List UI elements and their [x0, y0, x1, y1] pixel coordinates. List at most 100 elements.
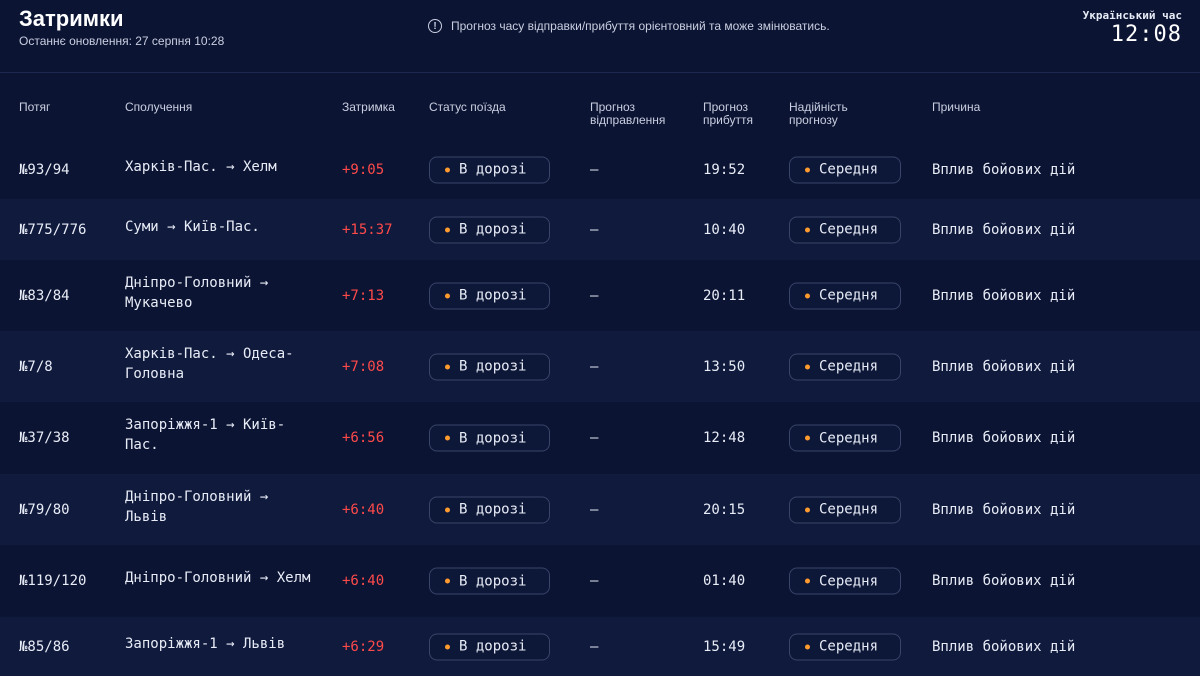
table-row[interactable]: №37/38 Запоріжжя-1 → Київ-Пас. +6:56 В д… [0, 402, 1200, 474]
reason: Вплив бойових дій [932, 358, 1076, 375]
train-number: №85/86 [19, 638, 70, 655]
dot-icon [805, 507, 810, 512]
departure-forecast: — [590, 638, 599, 655]
status-text: В дорозі [459, 430, 527, 446]
status-badge: В дорозі [429, 424, 550, 452]
delay-value: +6:56 [342, 430, 385, 446]
column-header-route: Сполучення [125, 100, 193, 114]
train-number: №7/8 [19, 358, 53, 375]
departure-forecast: — [590, 501, 599, 518]
column-header-train: Потяг [19, 100, 51, 114]
route: Запоріжжя-1 → Київ-Пас. [125, 417, 286, 453]
status-badge: В дорозі [429, 353, 550, 380]
reason: Вплив бойових дій [932, 573, 1076, 589]
route: Дніпро-Головний → Мукачево [125, 274, 269, 311]
reliability-text: Середня [819, 161, 879, 178]
departure-forecast: — [590, 430, 599, 446]
info-circle-icon: ! [428, 19, 442, 33]
status-text: В дорозі [459, 161, 527, 178]
train-number: №119/120 [19, 573, 87, 589]
reliability-badge: Середня [789, 567, 901, 595]
arrival-forecast: 01:40 [703, 573, 746, 589]
table-header: Потяг Сполучення Затримка Статус поїзда … [0, 88, 1200, 138]
reliability-badge: Середня [789, 633, 901, 660]
reliability-text: Середня [819, 501, 879, 518]
arrival-forecast: 20:15 [703, 501, 746, 518]
status-text: В дорозі [459, 501, 527, 518]
delay-value: +9:05 [342, 161, 385, 178]
dot-icon [445, 435, 450, 441]
delay-value: +6:29 [342, 638, 385, 655]
dot-icon [805, 364, 810, 369]
column-header-reason: Причина [932, 100, 981, 114]
status-text: В дорозі [459, 221, 527, 238]
table-row[interactable]: №83/84 Дніпро-Головний → Мукачево +7:13 … [0, 260, 1200, 331]
departure-forecast: — [590, 161, 599, 178]
table-row[interactable]: №119/120 Дніпро-Головний → Хелм +6:40 В … [0, 545, 1200, 617]
column-header-arrival-forecast: Прогноз прибуття [703, 100, 753, 127]
reliability-badge: Середня [789, 156, 901, 183]
arrival-forecast: 13:50 [703, 358, 746, 375]
dot-icon [805, 293, 810, 298]
table-row[interactable]: №85/86 Запоріжжя-1 → Львів +6:29 В дороз… [0, 617, 1200, 676]
clock-label: Український час [1082, 9, 1182, 22]
status-badge: В дорозі [429, 156, 550, 183]
reason: Вплив бойових дій [932, 221, 1076, 238]
column-header-delay: Затримка [342, 100, 395, 114]
reliability-text: Середня [819, 430, 879, 446]
route: Дніпро-Головний → Хелм [125, 570, 311, 586]
dot-icon [445, 227, 450, 232]
departure-forecast: — [590, 221, 599, 238]
reliability-badge: Середня [789, 282, 901, 309]
reliability-badge: Середня [789, 216, 901, 243]
reliability-text: Середня [819, 221, 879, 238]
dot-icon [445, 364, 450, 369]
route: Дніпро-Головний → Львів [125, 488, 269, 525]
reason: Вплив бойових дій [932, 430, 1076, 446]
clock-time: 12:08 [1110, 22, 1182, 47]
table-row[interactable]: №93/94 Харків-Пас. → Хелм +9:05 В дорозі… [0, 140, 1200, 199]
forecast-notice-text: Прогноз часу відправки/прибуття орієнтов… [451, 19, 830, 33]
train-number: №775/776 [19, 221, 87, 238]
reliability-text: Середня [819, 638, 879, 655]
reliability-text: Середня [819, 573, 879, 589]
dot-icon [445, 644, 450, 649]
arrival-forecast: 15:49 [703, 638, 746, 655]
dot-icon [445, 167, 450, 172]
arrival-forecast: 10:40 [703, 221, 746, 238]
dot-icon [445, 578, 450, 584]
status-text: В дорозі [459, 358, 527, 375]
dot-icon [805, 644, 810, 649]
reliability-badge: Середня [789, 496, 901, 523]
arrival-forecast: 20:11 [703, 287, 746, 304]
delay-value: +6:40 [342, 573, 385, 589]
dot-icon [805, 435, 810, 441]
route: Запоріжжя-1 → Львів [125, 635, 286, 652]
departure-forecast: — [590, 358, 599, 375]
table-row[interactable]: №79/80 Дніпро-Головний → Львів +6:40 В д… [0, 474, 1200, 545]
reliability-text: Середня [819, 358, 879, 375]
table-row[interactable]: №7/8 Харків-Пас. → Одеса-Головна +7:08 В… [0, 331, 1200, 402]
delay-value: +7:13 [342, 287, 385, 304]
route: Харків-Пас. → Хелм [125, 158, 277, 175]
page-title: Затримки [19, 6, 124, 31]
dot-icon [445, 293, 450, 298]
table-row[interactable]: №775/776 Суми → Київ-Пас. +15:37 В дороз… [0, 199, 1200, 260]
forecast-notice: ! Прогноз часу відправки/прибуття орієнт… [428, 19, 830, 33]
reason: Вплив бойових дій [932, 287, 1076, 304]
reliability-badge: Середня [789, 353, 901, 380]
page-header: Затримки Останнє оновлення: 27 серпня 10… [0, 0, 1200, 73]
reliability-text: Середня [819, 287, 879, 304]
reason: Вплив бойових дій [932, 501, 1076, 518]
delays-table: №93/94 Харків-Пас. → Хелм +9:05 В дорозі… [0, 140, 1200, 676]
arrival-forecast: 19:52 [703, 161, 746, 178]
last-update-text: Останнє оновлення: 27 серпня 10:28 [19, 34, 225, 48]
dot-icon [805, 167, 810, 172]
dot-icon [445, 507, 450, 512]
delay-value: +6:40 [342, 501, 385, 518]
train-number: №83/84 [19, 287, 70, 304]
status-badge: В дорозі [429, 567, 550, 595]
route: Харків-Пас. → Одеса-Головна [125, 345, 294, 382]
arrival-forecast: 12:48 [703, 430, 746, 446]
column-header-reliability: Надійність прогнозу [789, 100, 848, 127]
